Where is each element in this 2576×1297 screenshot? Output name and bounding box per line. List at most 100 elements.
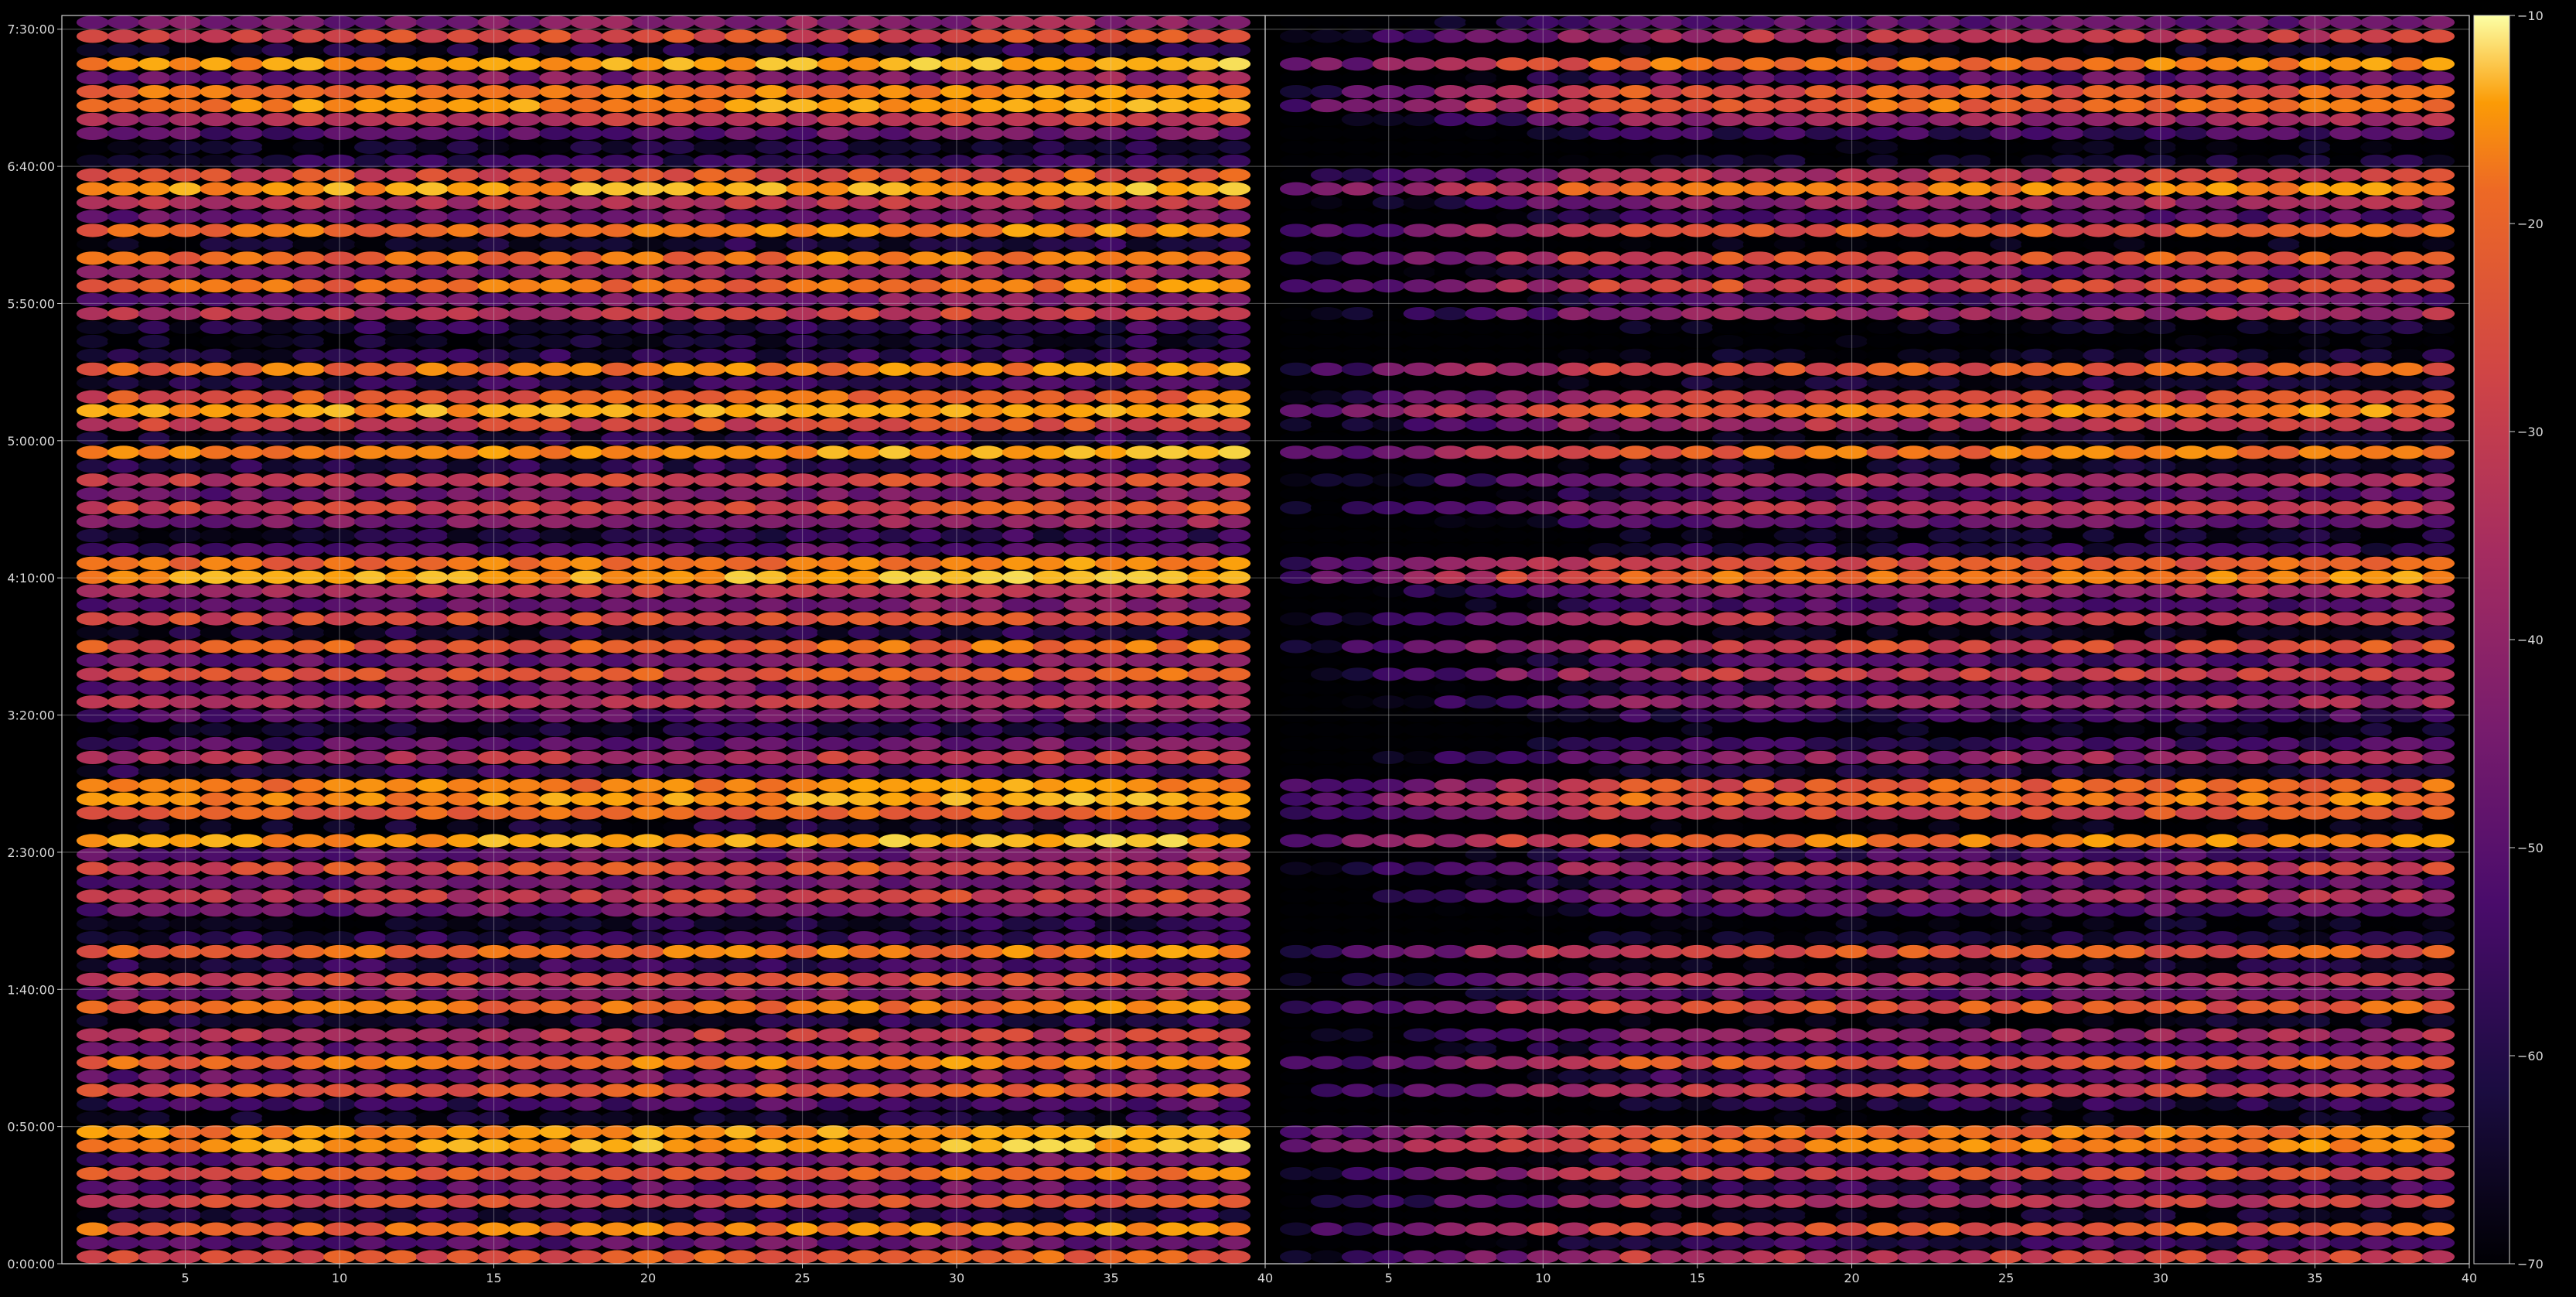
heatmap-cell (1063, 126, 1097, 141)
heatmap-cell (261, 224, 295, 237)
heatmap-cell (2237, 1250, 2270, 1264)
heatmap-cell (508, 140, 541, 154)
heatmap-cell (1897, 834, 1930, 848)
heatmap-cell (2082, 1208, 2115, 1222)
heatmap-cell (662, 445, 695, 459)
heatmap-cell (508, 210, 541, 224)
heatmap-cell (292, 224, 326, 237)
heatmap-cell (446, 1042, 479, 1056)
heatmap-cell (724, 1042, 757, 1056)
heatmap-cell (693, 681, 726, 695)
heatmap-cell (971, 820, 1004, 834)
heatmap-cell (1619, 764, 1653, 778)
heatmap-cell (817, 1070, 850, 1084)
heatmap-cell (2052, 722, 2084, 737)
heatmap-cell (1218, 376, 1251, 390)
heatmap-cell (1125, 445, 1158, 459)
heatmap-cell (1711, 1000, 1745, 1014)
heatmap-cell (909, 556, 943, 570)
heatmap-cell (107, 1194, 140, 1208)
heatmap-cell (2391, 986, 2424, 1000)
heatmap-cell (539, 1070, 572, 1084)
heatmap-cell (693, 432, 726, 445)
heatmap-cell (1804, 681, 1837, 695)
heatmap-cell (539, 556, 572, 570)
heatmap-cell (2329, 1250, 2363, 1264)
heatmap-cell (570, 154, 603, 168)
heatmap-cell (662, 1194, 695, 1208)
heatmap-cell (2329, 1000, 2363, 1014)
heatmap-cell (1218, 528, 1251, 543)
heatmap-cell (1619, 778, 1653, 792)
heatmap-cell (261, 903, 295, 917)
heatmap-cell (76, 848, 109, 862)
heatmap-cell (2329, 1014, 2363, 1028)
heatmap-cell (138, 473, 171, 487)
heatmap-cell (879, 626, 912, 640)
heatmap-cell (1001, 834, 1035, 848)
heatmap-cell (353, 29, 387, 43)
heatmap-cell (817, 1138, 850, 1153)
heatmap-cell (879, 29, 912, 43)
heatmap-cell (1063, 722, 1097, 737)
heatmap-cell (1650, 1138, 1683, 1153)
heatmap-cell (909, 251, 943, 265)
heatmap-cell (415, 390, 449, 404)
heatmap-cell (230, 1208, 264, 1222)
heatmap-cell (1558, 709, 1591, 723)
heatmap-cell (1558, 972, 1591, 986)
heatmap-cell (1187, 1000, 1220, 1014)
heatmap-cell (138, 875, 171, 889)
heatmap-cell (971, 237, 1004, 251)
heatmap-cell (1279, 1180, 1312, 1194)
heatmap-cell (384, 958, 418, 973)
heatmap-cell (1341, 848, 1374, 862)
heatmap-cell (879, 459, 912, 473)
heatmap-cell (1063, 875, 1097, 889)
heatmap-cell (1001, 1056, 1035, 1070)
heatmap-cell (1434, 778, 1467, 792)
heatmap-cell (1218, 237, 1251, 251)
heatmap-cell (1742, 1042, 1776, 1056)
heatmap-cell (2329, 1236, 2363, 1250)
heatmap-cell (1588, 903, 1622, 917)
heatmap-cell (724, 626, 757, 640)
heatmap-cell (724, 237, 757, 251)
heatmap-cell (353, 944, 387, 959)
heatmap-cell (2082, 764, 2115, 778)
heatmap-cell (1063, 570, 1097, 584)
heatmap-cell (1063, 1084, 1097, 1097)
heatmap-cell (76, 1166, 109, 1181)
heatmap-cell (2052, 1028, 2084, 1042)
heatmap-cell (1434, 1180, 1467, 1194)
heatmap-cell (662, 667, 695, 681)
heatmap-cell (1588, 1000, 1622, 1014)
heatmap-cell (1279, 695, 1312, 709)
heatmap-cell (1897, 972, 1930, 986)
heatmap-cell (848, 792, 881, 806)
heatmap-cell (230, 251, 264, 265)
heatmap-cell (1125, 306, 1158, 321)
heatmap-cell (1959, 862, 1992, 875)
heatmap-cell (2082, 986, 2115, 1000)
heatmap-cell (693, 930, 726, 945)
heatmap-cell (1125, 917, 1158, 931)
heatmap-cell (200, 459, 233, 473)
heatmap-cell (1063, 1180, 1097, 1194)
heatmap-cell (2021, 736, 2054, 751)
heatmap-cell (200, 1014, 233, 1028)
heatmap-cell (2329, 848, 2363, 862)
heatmap-cell (755, 1208, 788, 1222)
heatmap-cell (601, 806, 634, 820)
heatmap-cell (508, 667, 541, 681)
heatmap-cell (848, 501, 881, 515)
heatmap-cell (1403, 778, 1436, 792)
heatmap-cell (107, 1125, 140, 1139)
heatmap-cell (415, 834, 449, 848)
heatmap-cell (230, 501, 264, 515)
heatmap-cell (200, 681, 233, 695)
heatmap-cell (107, 1042, 140, 1056)
heatmap-cell (662, 542, 695, 557)
heatmap-cell (138, 126, 171, 141)
heatmap-cell (2082, 1084, 2115, 1097)
